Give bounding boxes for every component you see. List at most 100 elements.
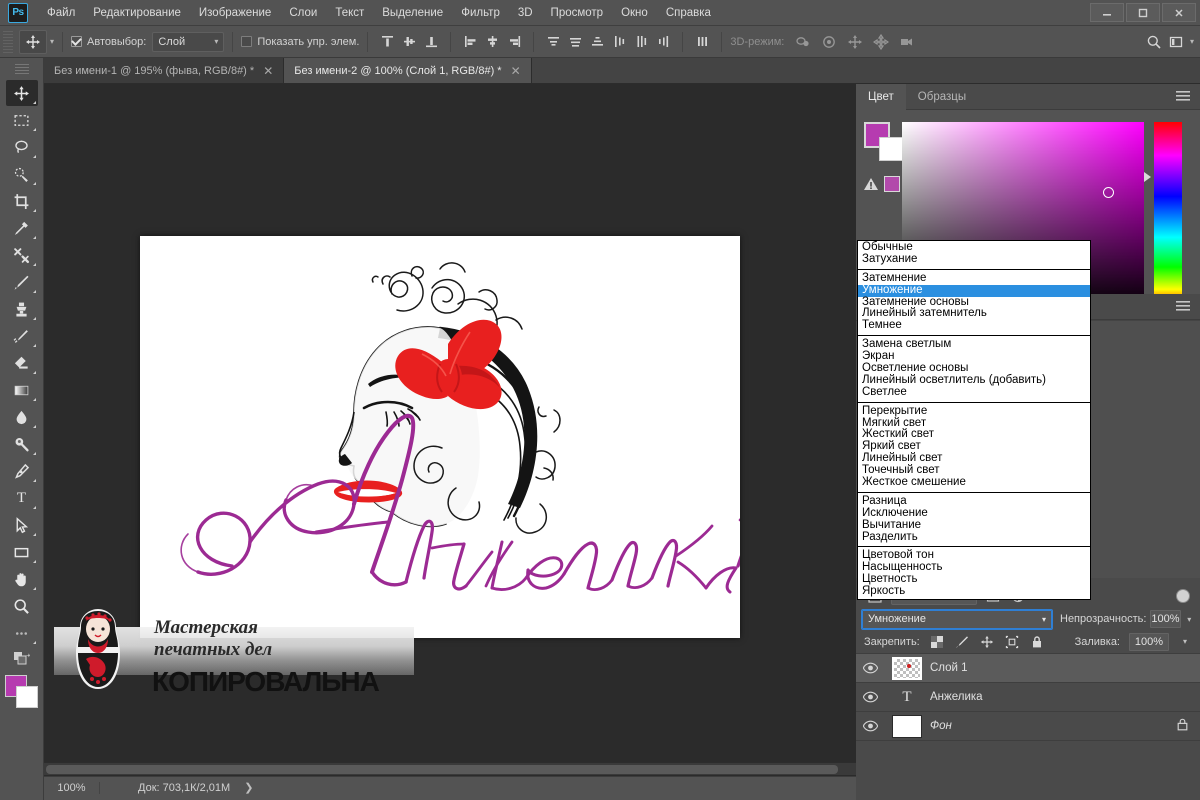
- blend-mode-option[interactable]: Разделить: [858, 531, 1090, 544]
- hand-tool[interactable]: [6, 566, 38, 592]
- rectangular-marquee-tool[interactable]: [6, 107, 38, 133]
- path-selection-tool[interactable]: [6, 512, 38, 538]
- distribute-left-edges-button[interactable]: [608, 31, 630, 53]
- layer-visibility-eye-icon[interactable]: [856, 720, 884, 732]
- pen-tool[interactable]: [6, 458, 38, 484]
- gradient-tool[interactable]: [6, 377, 38, 403]
- status-expand-icon[interactable]: ❯: [244, 781, 253, 794]
- search-icon[interactable]: [1143, 31, 1165, 53]
- workspace-chevron-icon[interactable]: ▾: [1190, 37, 1194, 46]
- align-horizontal-centers-button[interactable]: [481, 31, 503, 53]
- blend-mode-option[interactable]: Перекрытие: [858, 405, 1090, 418]
- eyedropper-tool[interactable]: [6, 215, 38, 241]
- horizontal-type-tool[interactable]: T: [6, 485, 38, 511]
- rotate-3d-object-icon[interactable]: [792, 31, 814, 53]
- 3d-camera-icon[interactable]: [896, 31, 918, 53]
- distribute-top-edges-button[interactable]: [542, 31, 564, 53]
- hue-slider[interactable]: [1154, 122, 1182, 308]
- auto-select-checkbox[interactable]: Автовыбор:: [71, 36, 146, 48]
- document-canvas[interactable]: [140, 236, 764, 638]
- zoom-tool[interactable]: [6, 593, 38, 619]
- menu-2[interactable]: Редактирование: [84, 3, 190, 23]
- hue-slider-handle[interactable]: [1144, 172, 1151, 182]
- layer-visibility-eye-icon[interactable]: [856, 691, 884, 703]
- lock-image-pixels-icon[interactable]: [954, 634, 970, 650]
- fill-chevron-icon[interactable]: ▾: [1178, 633, 1192, 651]
- tab-swatches[interactable]: Образцы: [906, 84, 978, 110]
- close-icon[interactable]: ✕: [511, 64, 521, 78]
- lasso-tool[interactable]: [6, 134, 38, 160]
- blend-mode-dropdown-list[interactable]: Обычные Затухание Затемнение Умножение Затем…: [857, 240, 1091, 601]
- blend-mode-option[interactable]: Вычитание: [858, 519, 1090, 532]
- workspace-switcher-icon[interactable]: [1165, 31, 1187, 53]
- distribute-bottom-edges-button[interactable]: [586, 31, 608, 53]
- lock-transparent-pixels-icon[interactable]: [929, 634, 945, 650]
- distribute-horizontal-centers-button[interactable]: [630, 31, 652, 53]
- history-brush-tool[interactable]: [6, 323, 38, 349]
- layer-row[interactable]: Фон: [856, 712, 1200, 741]
- gamut-substitute-swatch[interactable]: [884, 176, 900, 192]
- eraser-tool[interactable]: [6, 350, 38, 376]
- menu-6[interactable]: Выделение: [373, 3, 452, 23]
- layer-row[interactable]: Слой 1: [856, 654, 1200, 683]
- blend-mode-option[interactable]: Темнее: [858, 319, 1090, 332]
- blend-mode-option[interactable]: Умножение: [858, 284, 1090, 297]
- show-transform-controls-checkbox[interactable]: Показать упр. элем.: [241, 36, 359, 48]
- crop-tool[interactable]: [6, 188, 38, 214]
- align-vertical-centers-button[interactable]: [398, 31, 420, 53]
- blend-mode-option[interactable]: Светлее: [858, 386, 1090, 399]
- scrollbar-thumb[interactable]: [46, 765, 838, 774]
- color-panel-background-swatch[interactable]: [879, 137, 903, 161]
- layer-thumbnail[interactable]: [884, 714, 930, 738]
- brush-tool[interactable]: [6, 269, 38, 295]
- blur-tool[interactable]: [6, 404, 38, 430]
- menu-10[interactable]: Окно: [612, 3, 657, 23]
- menu-8[interactable]: 3D: [509, 3, 542, 23]
- tool-preset-chevron-icon[interactable]: ▾: [50, 37, 54, 46]
- menu-1[interactable]: Файл: [38, 3, 84, 23]
- active-tool-preview-move-icon[interactable]: [19, 29, 47, 54]
- close-button[interactable]: [1162, 3, 1196, 22]
- blend-mode-option[interactable]: Жесткое смешение: [858, 476, 1090, 489]
- layer-visibility-eye-icon[interactable]: [856, 662, 884, 674]
- blend-mode-option[interactable]: Затемнение: [858, 272, 1090, 285]
- blend-mode-option[interactable]: Линейный осветлитель (добавить): [858, 374, 1090, 387]
- opacity-chevron-icon[interactable]: ▾: [1185, 610, 1194, 628]
- canvas-horizontal-scrollbar[interactable]: [44, 762, 856, 775]
- align-right-edges-button[interactable]: [503, 31, 525, 53]
- color-field-picker-handle[interactable]: [1103, 187, 1114, 198]
- tab-color[interactable]: Цвет: [856, 83, 906, 110]
- menu-11[interactable]: Справка: [657, 3, 720, 23]
- rectangle-shape-tool[interactable]: [6, 539, 38, 565]
- quick-selection-tool[interactable]: [6, 161, 38, 187]
- background-color-swatch[interactable]: [15, 686, 38, 708]
- lock-position-icon[interactable]: [979, 634, 995, 650]
- maximize-button[interactable]: [1126, 3, 1160, 22]
- healing-brush-tool[interactable]: [6, 242, 38, 268]
- lock-artboard-nesting-icon[interactable]: [1004, 634, 1020, 650]
- out-of-gamut-warning[interactable]: [864, 176, 900, 192]
- distribute-right-edges-button[interactable]: [652, 31, 674, 53]
- blend-mode-option[interactable]: Исключение: [858, 507, 1090, 520]
- menu-3[interactable]: Изображение: [190, 3, 280, 23]
- menu-5[interactable]: Текст: [326, 3, 373, 23]
- close-icon[interactable]: ✕: [263, 64, 273, 78]
- document-tab-1[interactable]: Без имени-1 @ 195% (фыва, RGB/8#) * ✕: [44, 58, 285, 83]
- menu-9[interactable]: Просмотр: [542, 3, 613, 23]
- blend-mode-dropdown[interactable]: Умножение ▾: [861, 608, 1053, 630]
- tools-panel-grip[interactable]: [14, 64, 29, 74]
- layer-row[interactable]: T Анжелика: [856, 683, 1200, 712]
- dodge-tool[interactable]: [6, 431, 38, 457]
- slide-3d-object-icon[interactable]: [870, 31, 892, 53]
- pan-3d-object-icon[interactable]: [844, 31, 866, 53]
- roll-3d-object-icon[interactable]: [818, 31, 840, 53]
- filter-enable-toggle[interactable]: [1176, 589, 1190, 603]
- menu-7[interactable]: Фильтр: [452, 3, 509, 23]
- blend-mode-option[interactable]: Яркость: [858, 585, 1090, 598]
- fill-input[interactable]: 100%: [1129, 632, 1169, 651]
- move-tool[interactable]: [5, 80, 38, 106]
- clone-stamp-tool[interactable]: [6, 296, 38, 322]
- blend-mode-option[interactable]: Затухание: [858, 253, 1090, 266]
- auto-select-check-icon[interactable]: [71, 36, 83, 47]
- lock-all-icon[interactable]: [1029, 634, 1045, 650]
